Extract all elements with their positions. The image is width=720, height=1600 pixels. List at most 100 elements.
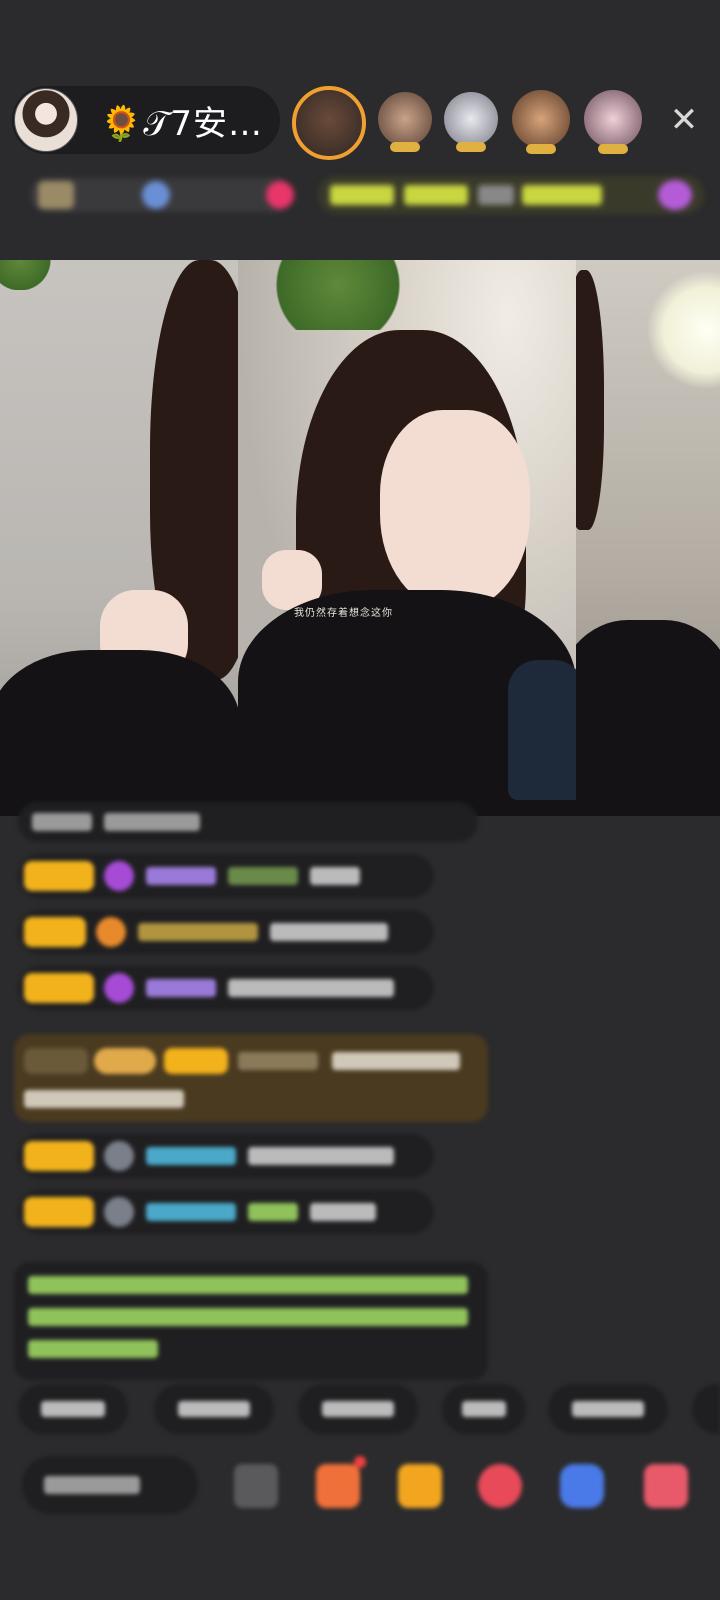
viewer-badge bbox=[456, 142, 486, 152]
chat-message bbox=[18, 802, 478, 842]
comment-placeholder bbox=[44, 1476, 140, 1494]
chat-username bbox=[238, 1052, 318, 1070]
chat-text bbox=[248, 1147, 394, 1165]
fan-badge bbox=[24, 917, 86, 947]
chat-text bbox=[248, 1203, 298, 1221]
chat-message bbox=[18, 1190, 434, 1234]
viewer-badge bbox=[390, 142, 420, 152]
chat-message bbox=[18, 966, 434, 1010]
level-gem-icon bbox=[104, 861, 134, 891]
level-gem-icon bbox=[104, 973, 134, 1003]
quick-reply-chip[interactable] bbox=[18, 1384, 128, 1434]
game-icon[interactable] bbox=[560, 1464, 604, 1508]
fan-badge bbox=[24, 861, 94, 891]
top-viewer-avatar-3[interactable] bbox=[444, 92, 498, 152]
video-panel-right bbox=[576, 260, 720, 816]
chip-text bbox=[462, 1401, 506, 1417]
chat-username bbox=[146, 1147, 236, 1165]
top-viewer-avatar-1[interactable] bbox=[292, 86, 366, 160]
gift-icon bbox=[658, 180, 692, 210]
chip-text bbox=[41, 1401, 105, 1417]
chat-username bbox=[138, 923, 258, 941]
chat-message-highlight bbox=[14, 1034, 488, 1122]
host-name[interactable]: 🌻𝒯7安… bbox=[100, 96, 263, 145]
face bbox=[380, 410, 530, 610]
chat-message bbox=[18, 854, 434, 898]
lamp-light bbox=[646, 270, 720, 390]
heart-gift-icon[interactable] bbox=[478, 1464, 522, 1508]
sweater bbox=[576, 620, 720, 816]
notice-text bbox=[28, 1308, 468, 1326]
live-video[interactable]: 我仍然存着想念这你 bbox=[0, 260, 720, 816]
heart-icon bbox=[266, 181, 294, 209]
chip-text bbox=[178, 1401, 250, 1417]
treasure-icon[interactable] bbox=[398, 1464, 442, 1508]
hair bbox=[576, 270, 604, 530]
chat-text bbox=[24, 1090, 184, 1108]
notice-text bbox=[28, 1340, 158, 1358]
badge bbox=[24, 1048, 88, 1074]
fan-badge bbox=[24, 1197, 94, 1227]
system-notice bbox=[14, 1262, 488, 1380]
emoji-icon[interactable] bbox=[234, 1464, 278, 1508]
notice-text bbox=[28, 1276, 468, 1294]
video-panel-left bbox=[0, 260, 238, 816]
top-viewer-avatar-5[interactable] bbox=[584, 90, 642, 154]
host-info-pill[interactable]: 🌻𝒯7安… bbox=[12, 86, 280, 154]
video-overlay-caption: 我仍然存着想念这你 bbox=[294, 608, 393, 619]
chat-text bbox=[332, 1052, 460, 1070]
level-gem-icon bbox=[96, 917, 126, 947]
chat-message bbox=[18, 910, 434, 954]
level-gem-icon bbox=[104, 1197, 134, 1227]
chat-username bbox=[146, 979, 216, 997]
plant-leaves bbox=[248, 260, 428, 330]
chat-username bbox=[146, 1203, 236, 1221]
microphone bbox=[508, 660, 576, 800]
chat-username bbox=[146, 867, 216, 885]
chat-text bbox=[104, 813, 200, 831]
plant-leaves bbox=[0, 260, 60, 290]
quick-reply-row[interactable] bbox=[18, 1384, 720, 1434]
quick-reply-chip[interactable] bbox=[298, 1384, 418, 1434]
comment-input[interactable] bbox=[22, 1456, 198, 1514]
chat-text bbox=[270, 923, 388, 941]
badge bbox=[94, 1048, 156, 1074]
video-panel-center: 我仍然存着想念这你 bbox=[238, 260, 576, 816]
top-viewer-avatar-4[interactable] bbox=[512, 90, 570, 154]
quick-reply-chip[interactable] bbox=[154, 1384, 274, 1434]
notice-text bbox=[404, 185, 468, 205]
level-gem-icon bbox=[104, 1141, 134, 1171]
trophy-icon bbox=[38, 181, 74, 209]
host-avatar[interactable] bbox=[14, 88, 78, 152]
notice-text bbox=[330, 185, 394, 205]
notice-pill[interactable] bbox=[318, 176, 704, 214]
chat-text bbox=[228, 979, 394, 997]
notice-text bbox=[478, 185, 514, 205]
fan-badge bbox=[164, 1048, 228, 1074]
chat-text bbox=[228, 867, 298, 885]
chat-message bbox=[18, 1134, 434, 1178]
quick-reply-chip[interactable] bbox=[548, 1384, 668, 1434]
chip-text bbox=[322, 1401, 394, 1417]
gift-box-icon[interactable] bbox=[316, 1464, 360, 1508]
top-viewer-avatar-2[interactable] bbox=[378, 92, 432, 152]
hourly-rank-icon bbox=[142, 181, 170, 209]
fan-badge bbox=[24, 1141, 94, 1171]
more-gifts-icon[interactable] bbox=[644, 1464, 688, 1508]
chat-text bbox=[32, 813, 92, 831]
chip-text bbox=[572, 1401, 644, 1417]
status-row-blurred bbox=[24, 172, 704, 216]
notice-text bbox=[522, 185, 602, 205]
close-button[interactable]: ✕ bbox=[666, 102, 702, 138]
chat-text bbox=[310, 1203, 376, 1221]
quick-reply-chip[interactable] bbox=[692, 1384, 720, 1434]
fan-badge bbox=[24, 973, 94, 1003]
notification-dot bbox=[354, 1456, 366, 1468]
quick-reply-chip[interactable] bbox=[442, 1384, 526, 1434]
rank-pill[interactable] bbox=[30, 178, 294, 212]
bottom-toolbar bbox=[0, 1450, 720, 1520]
viewer-badge bbox=[526, 144, 556, 154]
viewer-badge bbox=[598, 144, 628, 154]
sweater bbox=[0, 650, 238, 816]
chat-text bbox=[310, 867, 360, 885]
